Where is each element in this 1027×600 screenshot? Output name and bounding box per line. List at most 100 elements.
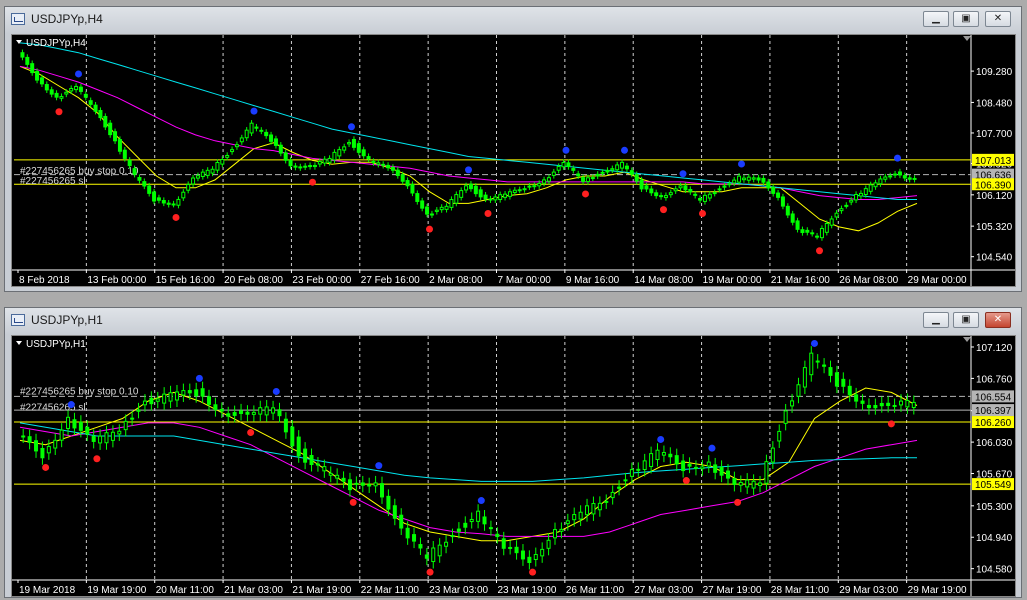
candle-body [888,175,893,178]
candle-body [829,218,834,226]
candle-body [464,185,469,191]
candle-body [790,213,795,223]
fractal-down-marker [734,498,742,506]
candle-body [639,179,644,190]
fractal-down-marker [247,429,255,437]
x-tick-label: 26 Mar 08:00 [839,275,898,286]
price-level-tag-label: 106.390 [975,180,1012,191]
candle-body [644,185,649,190]
candle-body [905,400,910,408]
candle-body [476,510,481,522]
candle-body [137,177,142,181]
candle-body [93,104,98,112]
candle-body [373,482,378,487]
candle-body [473,185,478,195]
candle-body [78,421,83,431]
window-titlebar[interactable]: USDJPYp,H1 ▁ ▣ ✕ [5,308,1021,334]
candle-body [540,548,545,557]
candle-body [308,165,313,168]
candle-body [456,528,461,532]
candle-body [72,419,77,429]
candle-body [571,168,576,171]
fractal-down-marker [682,477,690,485]
candle-body [902,175,907,179]
candle-body [849,199,854,203]
close-button[interactable]: ✕ [985,11,1011,27]
candle-body [200,388,205,397]
candle-body [495,533,500,538]
fractal-up-marker [679,170,687,178]
candle-body [424,554,429,559]
candle-body [693,193,698,196]
x-tick-label: 27 Mar 19:00 [703,585,762,596]
candle-body [879,402,884,407]
minimize-button[interactable]: ▁ [923,312,949,328]
candle-body [590,177,595,180]
chart-area[interactable]: 8 Feb 2018 13 Feb 00:00 15 Feb 16:00 20 Feb… [11,34,1016,287]
price-level-tag-label: 106.554 [975,392,1012,403]
x-tick-label: 29 Mar 03:00 [839,585,898,596]
candle-body [886,402,891,406]
chart-area[interactable]: 19 Mar 2018 19 Mar 19:00 20 Mar 11:00 21 Ma… [11,335,1016,597]
candle-body [296,436,301,457]
candle-body [104,432,109,444]
candle-body [386,164,391,169]
candle-body [88,100,93,105]
candle-body [444,205,449,210]
y-tick-label: 108.480 [976,98,1013,109]
window-title: USDJPYp,H4 [31,12,103,26]
y-tick-label: 106.120 [976,191,1013,202]
candle-body [498,194,503,200]
candle-body [693,466,698,469]
candle-body [483,194,488,200]
fractal-up-marker [708,444,716,452]
candle-body [59,96,64,99]
candle-body [805,229,810,233]
candle-body [186,184,191,191]
candle-body [585,177,590,183]
fractal-down-marker [93,455,101,463]
price-chart[interactable]: 19 Mar 2018 19 Mar 19:00 20 Mar 11:00 21 Ma… [12,336,1015,596]
chart-shift-icon [963,36,971,41]
candle-body [293,165,298,168]
candle-body [123,420,128,431]
candle-body [351,138,356,148]
candle-body [59,429,64,441]
candle-body [907,177,912,180]
x-tick-label: 15 Feb 16:00 [156,275,215,286]
maximize-button[interactable]: ▣ [953,11,979,27]
candle-body [620,161,625,169]
minimize-button[interactable]: ▁ [923,11,949,27]
candle-body [264,131,269,137]
candle-body [220,158,225,165]
candle-body [44,84,49,91]
candle-body [493,196,498,201]
candle-body [780,196,785,207]
fractal-up-marker [738,160,745,168]
close-button[interactable]: ✕ [985,312,1011,328]
candle-body [122,149,127,159]
candle-body [207,396,212,405]
candle-body [802,367,807,388]
restore-button[interactable]: ▣ [953,312,979,328]
candle-body [636,468,641,471]
candle-body [269,134,274,142]
candle-body [663,195,668,199]
y-tick-label: 104.540 [976,253,1013,264]
x-tick-label: 19 Mar 2018 [19,585,76,596]
price-chart[interactable]: 8 Feb 2018 13 Feb 00:00 15 Feb 16:00 20 Feb… [12,35,1015,286]
x-tick-label: 29 Mar 19:00 [908,585,967,596]
candle-body [683,185,688,191]
window-titlebar[interactable]: USDJPYp,H4 ▁ ▣ ✕ [5,7,1021,33]
y-tick-label: 109.280 [976,67,1013,78]
candle-body [335,474,340,479]
x-tick-label: 20 Mar 11:00 [156,585,215,596]
candle-body [251,411,256,415]
y-tick-label: 107.120 [976,343,1013,354]
candle-body [712,192,717,195]
candle-body [873,182,878,188]
candle-body [605,169,610,173]
x-tick-label: 20 Feb 08:00 [224,275,283,286]
candle-body [674,455,679,465]
candle-body [815,360,820,363]
